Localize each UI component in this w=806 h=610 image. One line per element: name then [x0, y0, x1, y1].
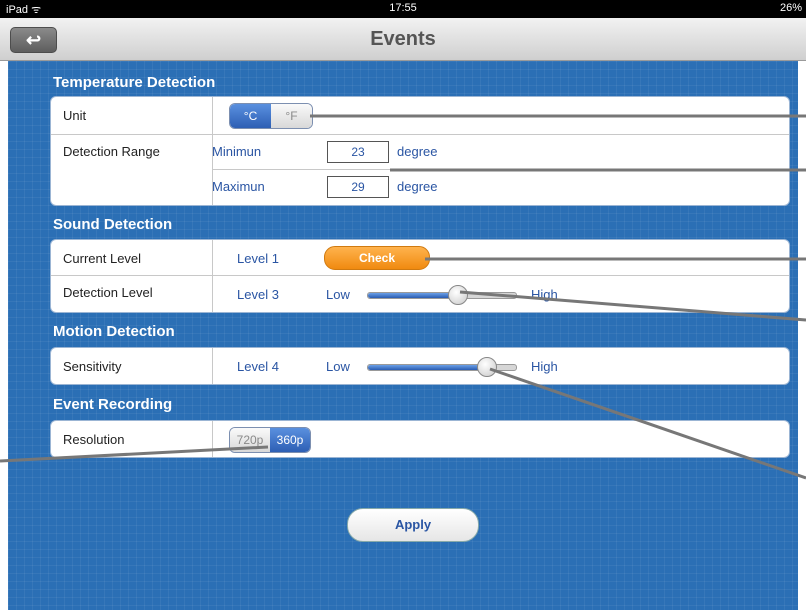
maximum-input[interactable]: 29 [327, 176, 389, 198]
detection-range-row: Detection Range Minimun 23 degree Maximu… [51, 134, 789, 205]
unit-row: Unit °C °F [51, 97, 789, 135]
unit-fahrenheit-option[interactable]: °F [271, 104, 312, 128]
recording-panel: Resolution 720p 360p [50, 420, 790, 458]
detection-level-row: Detection Level Level 3 Low High [51, 275, 789, 312]
maximum-unit: degree [397, 179, 438, 194]
page-title: Events [370, 28, 436, 50]
sensitivity-label: Sensitivity [63, 359, 122, 374]
current-level-row: Current Level Level 1 Check [51, 240, 789, 276]
maximum-label: Maximun [212, 179, 265, 194]
minimum-label: Minimun [212, 144, 262, 159]
detection-level-slider[interactable] [367, 285, 517, 305]
detection-high-label: High [531, 287, 558, 302]
temperature-panel: Unit °C °F Detection Range Minimun 23 de… [50, 96, 790, 206]
current-level-label: Current Level [63, 251, 142, 266]
clock: 17:55 [389, 2, 417, 14]
motion-section-title: Motion Detection [53, 323, 175, 340]
sensitivity-slider-fill [368, 365, 487, 370]
minimum-input[interactable]: 23 [327, 141, 389, 163]
detection-range-label: Detection Range [63, 144, 160, 159]
motion-panel: Sensitivity Level 4 Low High [50, 347, 790, 385]
battery-level: 26% [779, 2, 802, 14]
sensitivity-slider-thumb[interactable] [477, 357, 498, 377]
status-bar: iPad ᯤ 17:55 26% [0, 0, 806, 18]
sound-section-title: Sound Detection [53, 216, 173, 233]
check-button[interactable]: Check [324, 246, 430, 270]
sound-panel: Current Level Level 1 Check Detection Le… [50, 239, 790, 313]
temperature-section-title: Temperature Detection [53, 74, 216, 91]
unit-celsius-option[interactable]: °C [230, 104, 271, 128]
detection-slider-thumb[interactable] [447, 285, 468, 305]
resolution-label: Resolution [63, 432, 125, 447]
unit-segmented-control[interactable]: °C °F [229, 103, 313, 129]
resolution-segmented-control[interactable]: 720p 360p [229, 427, 311, 453]
resolution-720p-option[interactable]: 720p [230, 428, 270, 452]
apply-button[interactable]: Apply [347, 508, 479, 542]
detection-low-label: Low [326, 287, 350, 302]
minimum-unit: degree [397, 144, 438, 159]
resolution-360p-option[interactable]: 360p [270, 428, 310, 452]
resolution-row: Resolution 720p 360p [51, 421, 789, 457]
current-level-value: Level 1 [237, 251, 279, 266]
unit-label: Unit [63, 108, 87, 123]
recording-section-title: Event Recording [53, 396, 173, 413]
detection-level-value: Level 3 [237, 287, 279, 302]
sensitivity-row: Sensitivity Level 4 Low High [51, 348, 789, 384]
detection-slider-fill [368, 293, 457, 298]
sensitivity-slider[interactable] [367, 357, 517, 377]
detection-level-label: Detection Level [63, 285, 153, 300]
navigation-bar: ↩ Events [0, 18, 806, 61]
sensitivity-high-label: High [531, 359, 558, 374]
sensitivity-low-label: Low [326, 359, 350, 374]
sensitivity-value: Level 4 [237, 359, 279, 374]
